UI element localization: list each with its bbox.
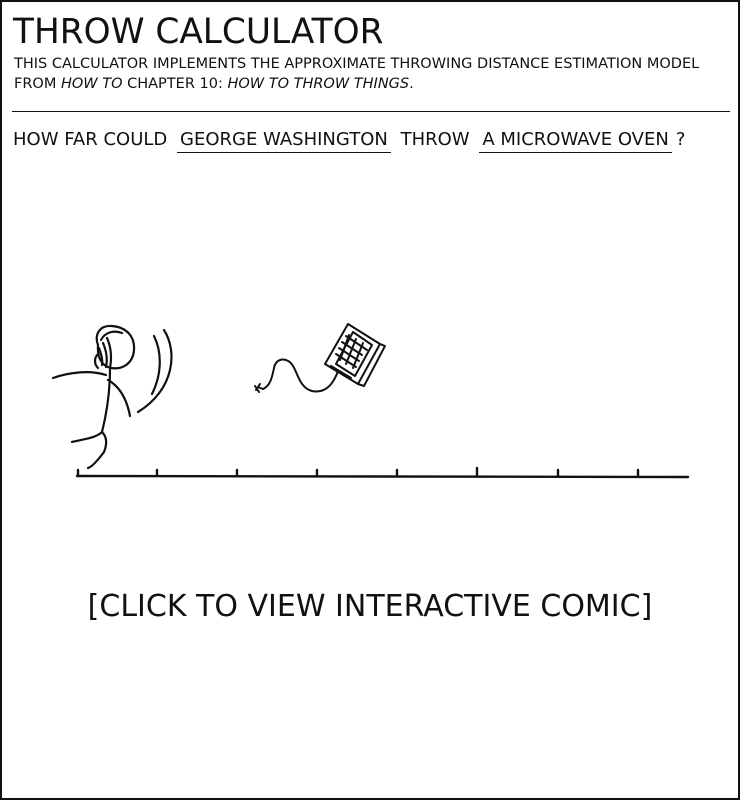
comic-panel[interactable]: THROW CALCULATOR THIS CALCULATOR IMPLEME… [0, 0, 740, 800]
microwave-oven-icon [254, 323, 386, 393]
stick-figure-thrower-icon [51, 324, 173, 470]
view-interactive-comic-link[interactable]: [CLICK TO VIEW INTERACTIVE COMIC] [2, 587, 738, 627]
throw-illustration [51, 323, 690, 479]
distance-ruler-icon [75, 466, 690, 479]
